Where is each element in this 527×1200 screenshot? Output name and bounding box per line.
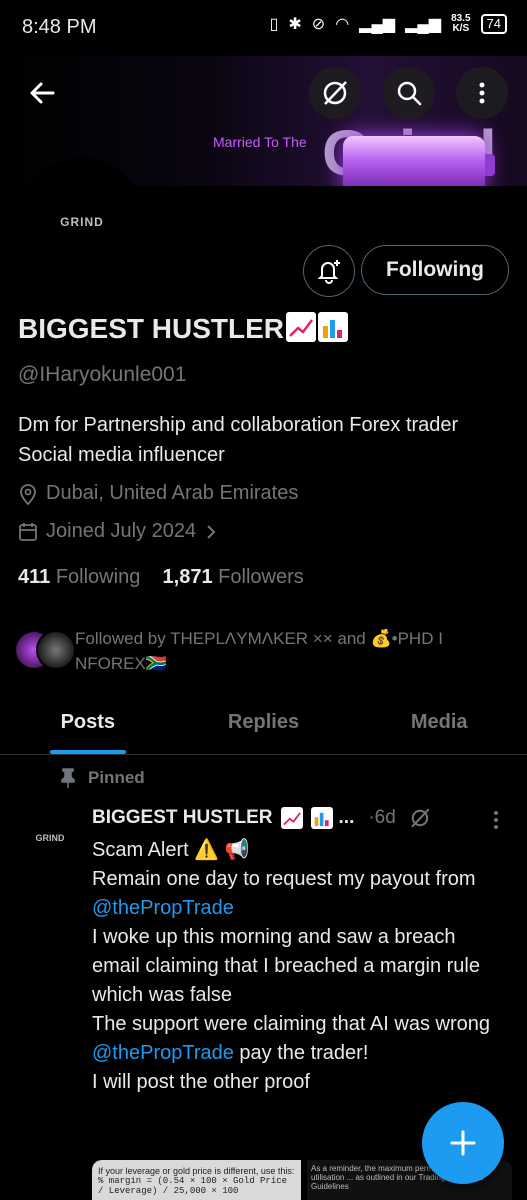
compose-button[interactable] [422, 1102, 504, 1184]
post-time: ·6d [368, 807, 396, 828]
bar-chart-emoji-icon [318, 312, 349, 342]
mention-link-2[interactable]: @thePropTrade [92, 1042, 234, 1064]
post-line-2-text: Remain one day to request my payout from [92, 868, 476, 890]
chart-up-emoji-icon [280, 807, 303, 829]
mention-link[interactable]: @thePropTrade [92, 897, 234, 919]
media-image-1[interactable]: If your leverage or gold price is differ… [92, 1160, 301, 1200]
following-label: Following [55, 566, 141, 588]
followed-by-avatars[interactable] [14, 630, 84, 670]
media-1-formula: % margin = (0.54 × 100 × Gold Price / Le… [98, 1176, 288, 1196]
follow-counts: 411 Following 1,871 Followers [18, 566, 304, 589]
post-author[interactable]: BIGGEST HUSTLER [92, 807, 273, 829]
post-line-2: Remain one day to request my payout from… [92, 865, 492, 923]
more-button[interactable] [456, 67, 508, 119]
bar-chart-emoji-icon [310, 807, 333, 829]
profile-location: Dubai, United Arab Emirates [18, 482, 298, 505]
signal-icon: ▂▄▆ [359, 16, 396, 33]
tab-posts-label: Posts [60, 710, 116, 733]
profile-handle: @IHaryokunle001 [18, 363, 187, 386]
profile-avatar[interactable]: GRIND [18, 158, 146, 286]
post-line-1: Scam Alert ⚠️ 📢 [92, 839, 250, 861]
tab-media-label: Media [410, 710, 468, 733]
following-button[interactable]: Following [361, 245, 509, 295]
more-vertical-icon [494, 811, 498, 829]
following-count: 411 [18, 566, 51, 588]
post-line-3: I woke up this morning and saw a breach … [92, 926, 480, 1006]
tab-media[interactable]: Media [351, 690, 527, 754]
status-time: 8:48 PM [22, 16, 97, 38]
grok-icon [323, 81, 347, 105]
profile-tabs: Posts Replies Media [0, 690, 527, 755]
post-header: BIGGEST HUSTLER ... ·6d [92, 806, 432, 830]
followers-count: 1,871 [162, 566, 213, 588]
chart-up-emoji-icon [286, 312, 317, 342]
dnd-icon: ⊘ [311, 16, 326, 33]
active-tab-indicator [49, 750, 126, 754]
post-line-4: The support were claiming that AI was wr… [92, 1013, 490, 1035]
net-speed-unit: K/S [452, 23, 470, 34]
profile-bio: Dm for Partnership and collaboration For… [18, 414, 459, 466]
post-body: Scam Alert ⚠️ 📢 Remain one day to reques… [92, 836, 492, 1097]
joined-text: Joined July 2024 [46, 520, 197, 542]
location-pin-icon [20, 483, 36, 505]
signal-2-icon: ▂▄▆ [405, 16, 442, 33]
vibrate-icon: ▯ [269, 16, 279, 33]
chevron-right-icon [207, 524, 216, 539]
post-author-ellipsis: ... [338, 807, 355, 828]
media-1-title: If your leverage or gold price is differ… [98, 1166, 295, 1176]
followers-label: Followers [218, 566, 304, 588]
pinned-text: Pinned [88, 768, 145, 787]
tab-replies[interactable]: Replies [176, 690, 352, 754]
grok-button[interactable] [309, 67, 361, 119]
following-link[interactable]: 411 Following [18, 566, 140, 588]
calendar-icon [19, 522, 37, 541]
back-button[interactable] [16, 67, 68, 119]
search-icon [397, 81, 422, 106]
post-line-6: I will post the other proof [92, 1071, 310, 1093]
bell-plus-icon [317, 260, 340, 284]
post-line-5-text: pay the trader! [239, 1042, 369, 1064]
grok-icon[interactable] [408, 806, 432, 830]
profile-name-text: BIGGEST HUSTLER [18, 313, 285, 344]
follower-avatar-2 [36, 630, 76, 670]
plus-icon [450, 1130, 476, 1156]
pin-icon [61, 768, 75, 788]
notifications-button[interactable] [303, 245, 355, 297]
battery-art-icon [343, 136, 495, 186]
tab-replies-label: Replies [227, 710, 300, 733]
status-icons: ▯ ✱ ⊘ ◠ ▂▄▆ ▂▄▆ 83.5 K/S 74 [270, 14, 507, 34]
tab-posts[interactable]: Posts [0, 690, 176, 754]
bluetooth-icon: ✱ [288, 16, 302, 33]
profile-name: BIGGEST HUSTLER [18, 312, 349, 345]
battery-indicator: 74 [480, 14, 507, 34]
location-text: Dubai, United Arab Emirates [46, 482, 299, 504]
net-speed: 83.5 K/S [451, 14, 470, 34]
post-avatar[interactable]: GRIND [18, 806, 82, 870]
followed-by-text[interactable]: Followed by THEPLΛYMΛKER ×× and 💰•PHD I … [75, 626, 505, 676]
pinned-label: Pinned [60, 768, 145, 788]
post-more-button[interactable] [486, 808, 506, 837]
wifi-icon: ◠ [335, 16, 350, 33]
banner-tagline: Married To The [213, 134, 307, 150]
post-line-5: @thePropTrade pay the trader! [92, 1039, 492, 1068]
followers-link[interactable]: 1,871 Followers [163, 566, 304, 588]
status-bar: 8:48 PM ▯ ✱ ⊘ ◠ ▂▄▆ ▂▄▆ 83.5 K/S 74 [0, 0, 527, 56]
more-vertical-icon [479, 82, 485, 104]
avatar-logo: GRIND [60, 215, 104, 229]
arrow-left-icon [30, 82, 55, 104]
profile-joined[interactable]: Joined July 2024 [18, 520, 218, 543]
search-button[interactable] [383, 67, 435, 119]
